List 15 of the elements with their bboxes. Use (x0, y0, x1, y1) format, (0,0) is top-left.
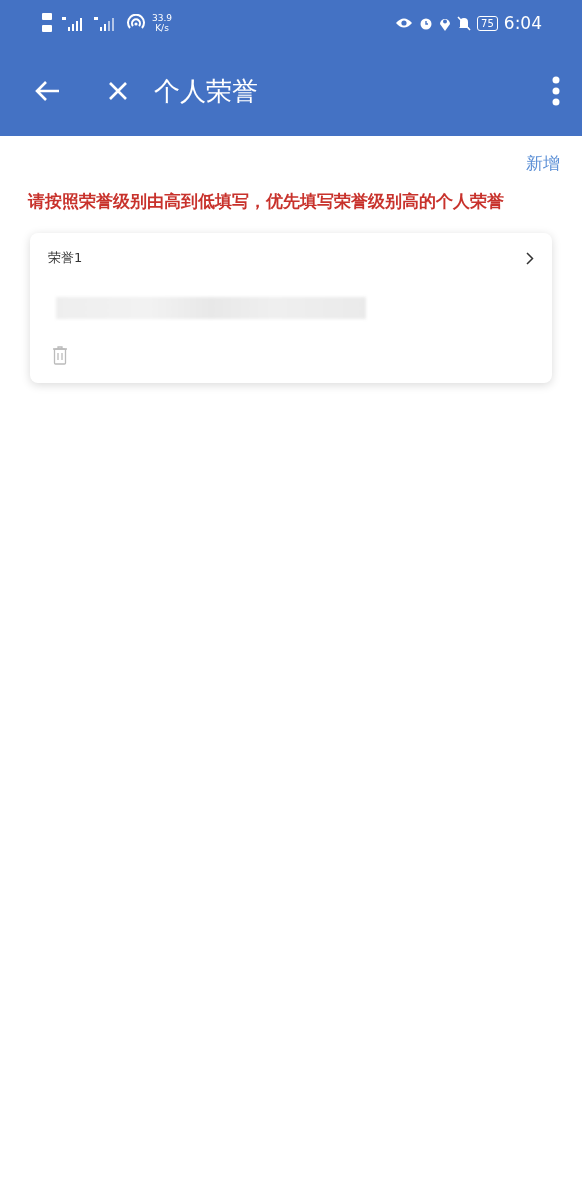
eye-icon (395, 17, 414, 29)
network-speed: 33.9 (152, 13, 173, 23)
clock-time: 6:04 (503, 13, 542, 33)
honor-row[interactable]: 荣誉1 (48, 249, 534, 267)
page-title: 个人荣誉 (154, 74, 259, 108)
trash-icon (52, 345, 68, 365)
instruction-text: 请按照荣誉级别由高到低填写，优先填写荣誉级别高的个人荣誉 (28, 191, 505, 213)
battery-icon: 75 (477, 15, 498, 31)
network-speed-unit: K/s (155, 23, 169, 33)
chevron-right-icon (526, 251, 534, 265)
alarm-clock-icon (419, 16, 434, 30)
muted-bell-icon (457, 15, 472, 31)
close-icon (108, 81, 128, 101)
more-icon (552, 76, 560, 106)
back-arrow-icon (34, 80, 60, 102)
